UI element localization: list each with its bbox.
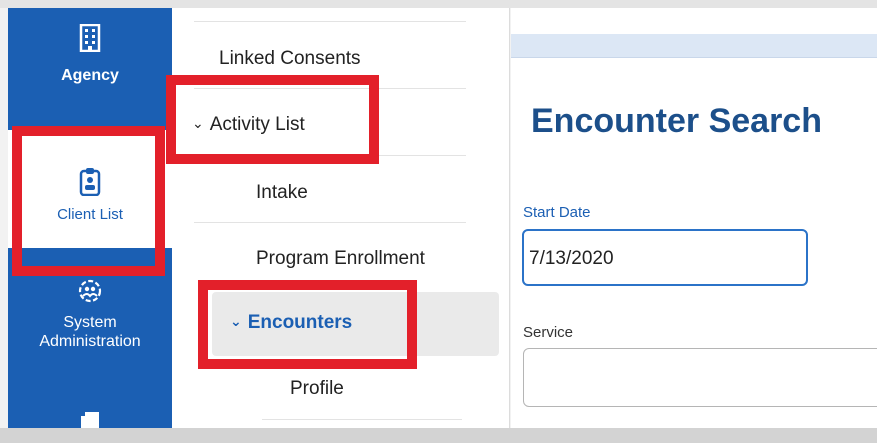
chevron-down-icon: ⌄ xyxy=(192,115,204,131)
rail-item-label: Agency xyxy=(61,67,119,84)
service-label: Service xyxy=(523,324,574,341)
nav-item-intake[interactable]: Intake xyxy=(256,182,308,204)
nav-item-activity-list[interactable]: ⌄ Activity List xyxy=(192,114,305,136)
rail-item-system-administration[interactable]: System Administration xyxy=(8,278,172,374)
divider xyxy=(194,88,466,89)
nav-item-encounters[interactable]: ⌄ Encounters xyxy=(230,312,352,334)
left-rail: Agency Client List System Administration xyxy=(8,8,172,428)
bottom-bar xyxy=(0,428,877,443)
building-icon xyxy=(79,24,101,52)
header-bar xyxy=(511,34,877,58)
divider xyxy=(194,21,466,22)
chevron-down-icon: ⌄ xyxy=(230,313,242,329)
app-window: Agency Client List System Administration xyxy=(0,0,877,443)
rail-item-client-list[interactable]: Client List xyxy=(8,130,172,248)
activity-subnav: Linked Consents ⌄ Activity List Intake Pr… xyxy=(172,8,510,428)
rail-item-label: Client List xyxy=(57,206,123,223)
divider xyxy=(194,222,466,223)
document-icon xyxy=(81,412,99,428)
nav-item-linked-consents[interactable]: Linked Consents xyxy=(219,48,361,70)
start-date-label: Start Date xyxy=(523,204,591,221)
clipboard-icon xyxy=(79,168,101,196)
rail-item-label: Administration xyxy=(39,333,141,350)
nav-item-profile[interactable]: Profile xyxy=(290,378,344,400)
rail-item-partial[interactable] xyxy=(8,406,172,428)
divider xyxy=(194,155,466,156)
nav-item-program-enrollment[interactable]: Program Enrollment xyxy=(256,248,425,270)
start-date-input[interactable]: 7/13/2020 xyxy=(522,229,808,286)
nav-item-label: Encounters xyxy=(247,312,353,333)
divider xyxy=(262,419,462,420)
nav-item-label: Activity List xyxy=(209,114,305,135)
page-title: Encounter Search xyxy=(531,102,822,140)
top-border xyxy=(0,0,877,8)
main-panel: Encounter Search Start Date 7/13/2020 Se… xyxy=(511,8,877,428)
rail-item-label: System xyxy=(63,314,117,331)
gear-users-icon xyxy=(78,279,102,303)
rail-item-agency[interactable]: Agency xyxy=(8,24,172,114)
service-input[interactable] xyxy=(523,348,877,407)
